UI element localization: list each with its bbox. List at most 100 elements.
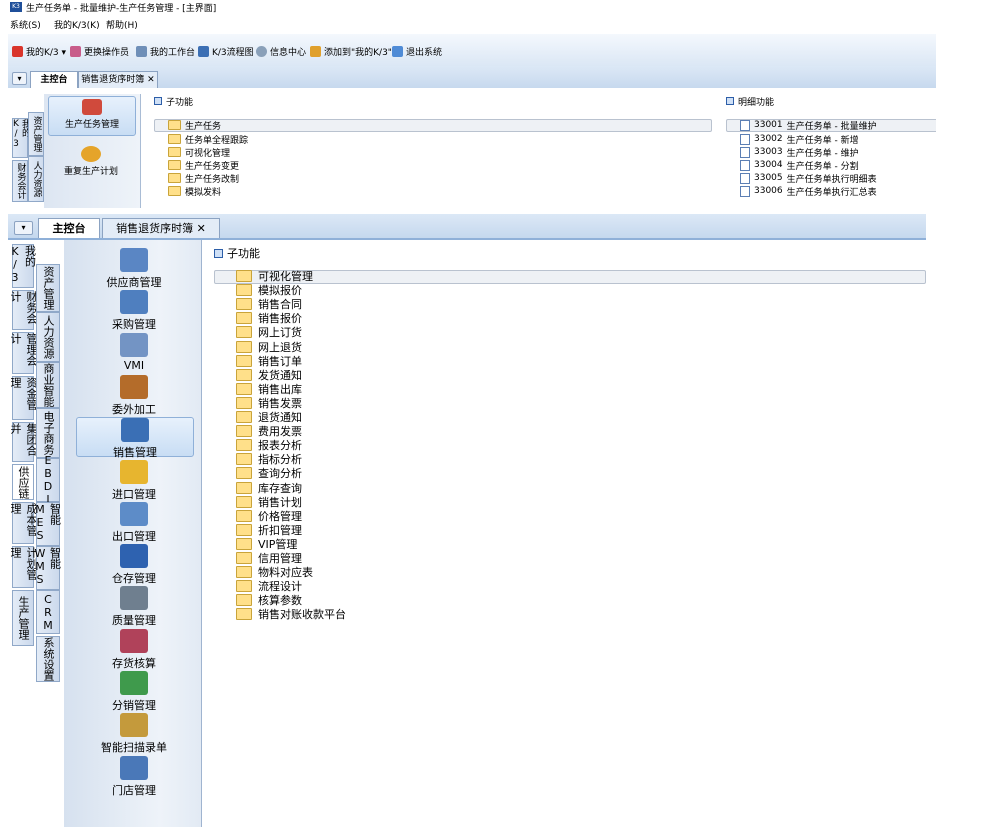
nav-quality[interactable]: 质量管理 — [76, 586, 192, 627]
nav-import[interactable]: 进口管理 — [76, 459, 192, 501]
detail-item[interactable]: 33004 生产任务单 - 分割 — [740, 159, 859, 172]
nav-shop[interactable]: 门店管理 — [76, 755, 192, 797]
tree-item[interactable]: 任务单全程跟踪 — [168, 133, 248, 146]
tree-item[interactable]: 退货通知 — [236, 410, 302, 424]
vtab-col2-item[interactable]: 人力资源 — [36, 312, 60, 362]
tree-item[interactable]: 模拟报价 — [236, 283, 302, 297]
user-switch-icon — [70, 45, 81, 57]
background-window: K3 生产任务单 - 批量维护-生产任务管理 - [主界面] 系统(S) 我的K… — [8, 0, 936, 208]
nav-outsourcing[interactable]: 委外加工 — [76, 374, 192, 416]
vtab-finance[interactable]: 财务会计 — [12, 160, 28, 202]
nav-warehouse[interactable]: 仓存管理 — [76, 544, 192, 585]
toolbar-info-center[interactable]: 信息中心 — [256, 44, 306, 58]
vtab-col2-item[interactable]: 商业智能 — [36, 362, 60, 408]
vtab-col1-item[interactable]: 供应链 — [12, 464, 34, 500]
tree-item[interactable]: 生产任务改制 — [168, 172, 239, 185]
tree-item[interactable]: 网上订货 — [236, 325, 302, 339]
vtab-col1-item[interactable]: 生产管理 — [12, 590, 34, 646]
toolbar-flowchart[interactable]: K/3流程图 — [198, 44, 254, 58]
tree-item[interactable]: 可视化管理 — [168, 146, 230, 159]
vtab-col1-item[interactable]: 我的K/3 — [9, 244, 37, 288]
tree-item[interactable]: 流程设计 — [236, 579, 302, 593]
nav-production-task[interactable]: 生产任务管理 — [48, 96, 136, 136]
tree-item[interactable]: 销售发票 — [236, 396, 302, 410]
tree-item[interactable]: 费用发票 — [236, 424, 302, 438]
vtab-col1-item[interactable]: 集团合并 — [9, 422, 38, 462]
nav-repeat-plan[interactable]: 重复生产计划 — [48, 144, 134, 182]
vtab-col1-item[interactable]: 计划管理 — [9, 546, 38, 588]
vtab-assets[interactable]: 资产管理 — [28, 112, 44, 156]
tree-item[interactable]: 销售报价 — [236, 311, 302, 325]
tree-item[interactable]: 销售对账收款平台 — [236, 607, 346, 621]
nav-export[interactable]: 出口管理 — [76, 501, 192, 543]
tree-item[interactable]: 价格管理 — [236, 509, 302, 523]
tree-item[interactable]: 指标分析 — [236, 452, 302, 466]
close-icon[interactable]: ✕ — [147, 75, 155, 85]
vtab-col1-item[interactable]: 管理会计 — [9, 332, 38, 374]
toolbar-add-favorite[interactable]: 添加到"我的K/3" — [310, 44, 392, 58]
tree-item[interactable]: 核算参数 — [236, 593, 302, 607]
tree-item[interactable]: 销售出库 — [236, 382, 302, 396]
tree-item[interactable]: 折扣管理 — [236, 523, 302, 537]
close-icon[interactable]: ✕ — [197, 222, 206, 235]
detail-item[interactable]: 33005 生产任务单执行明细表 — [740, 172, 877, 185]
tree-item[interactable]: 销售订单 — [236, 354, 302, 368]
vtab-hr[interactable]: 人力资源 — [28, 156, 44, 202]
tab-list-dropdown[interactable]: ▾ — [14, 221, 33, 235]
menu-help[interactable]: 帮助(H) — [106, 18, 138, 31]
vtab-col2-item[interactable]: 资产管理 — [36, 264, 60, 312]
detail-item[interactable]: 33001 生产任务单 - 批量维护 — [740, 119, 877, 132]
menu-system[interactable]: 系统(S) — [10, 18, 41, 31]
menu-my-k3[interactable]: 我的K/3(K) — [54, 18, 100, 31]
tree-item[interactable]: 物料对应表 — [236, 565, 313, 579]
tab-main-console[interactable]: 主控台 — [38, 218, 100, 238]
toolbar-switch-operator[interactable]: 更换操作员 — [70, 44, 129, 58]
tree-item[interactable]: 库存查询 — [236, 481, 302, 495]
nav-sales[interactable]: 销售管理 — [76, 417, 194, 459]
tab-sales-return[interactable]: 销售退货序时簿 ✕ — [78, 71, 158, 88]
tree-item[interactable]: VIP管理 — [236, 537, 297, 551]
vtab-col2-item[interactable]: 智能MES — [34, 502, 62, 546]
vtab-my-k3[interactable]: 我的K/3 — [11, 118, 30, 158]
quality-icon — [120, 586, 148, 611]
vtab-col2-item[interactable]: 电子商务 — [36, 408, 60, 458]
toolbar-exit[interactable]: 退出系统 — [392, 44, 442, 58]
folder-icon — [236, 368, 252, 381]
title-bar: K3 生产任务单 - 批量维护-生产任务管理 - [主界面] — [8, 0, 936, 14]
tree-item[interactable]: 销售合同 — [236, 297, 302, 311]
detail-item[interactable]: 33006 生产任务单执行汇总表 — [740, 185, 877, 198]
tree-item[interactable]: 生产任务 — [168, 119, 221, 132]
detail-item[interactable]: 33003 生产任务单 - 维护 — [740, 146, 859, 159]
tree-item[interactable]: 生产任务变更 — [168, 159, 239, 172]
export-icon — [120, 501, 148, 526]
vtab-col1-item[interactable]: 成本管理 — [9, 502, 38, 544]
vtab-col1-item[interactable]: 资金管理 — [9, 376, 38, 420]
tab-sales-return[interactable]: 销售退货序时簿 ✕ — [102, 218, 220, 238]
vtab-col2-item[interactable]: 智能WMS — [34, 546, 62, 590]
tree-item[interactable]: 查询分析 — [236, 466, 302, 480]
vtab-col2-item[interactable]: EBDI — [36, 454, 60, 506]
nav-inventory[interactable]: 存货核算 — [76, 628, 192, 670]
tree-item[interactable]: 销售计划 — [236, 495, 302, 509]
tab-list-dropdown[interactable]: ▾ — [12, 72, 27, 85]
tree-item[interactable]: 发货通知 — [236, 368, 302, 382]
tree-item[interactable]: 可视化管理 — [236, 269, 313, 283]
toolbar-my-k3[interactable]: 我的K/3 ▾ — [12, 44, 66, 58]
tree-item[interactable]: 信用管理 — [236, 551, 302, 565]
nav-purchase[interactable]: 采购管理 — [76, 290, 192, 331]
tree-item[interactable]: 模拟发料 — [168, 185, 221, 198]
tree-item[interactable]: 报表分析 — [236, 438, 302, 452]
toolbar-workbench[interactable]: 我的工作台 — [136, 44, 195, 58]
tree-item[interactable]: 网上退货 — [236, 340, 302, 354]
tab-main-console[interactable]: 主控台 — [30, 71, 78, 88]
vtab-col2-item[interactable]: 系统设置 — [36, 636, 60, 682]
vtab-col1-item[interactable]: 财务会计 — [9, 290, 38, 330]
detail-item[interactable]: 33002 生产任务单 - 新增 — [740, 133, 859, 146]
nav-scanner[interactable]: 智能扫描录单 — [76, 713, 192, 754]
nav-vmi[interactable]: VMI — [76, 332, 192, 372]
nav-distribution[interactable]: 分销管理 — [76, 671, 192, 712]
nav-supplier[interactable]: 供应商管理 — [76, 248, 192, 289]
folder-icon — [236, 566, 252, 579]
folder-open-icon — [236, 270, 252, 282]
vtab-col2-item[interactable]: CRM — [36, 590, 60, 634]
